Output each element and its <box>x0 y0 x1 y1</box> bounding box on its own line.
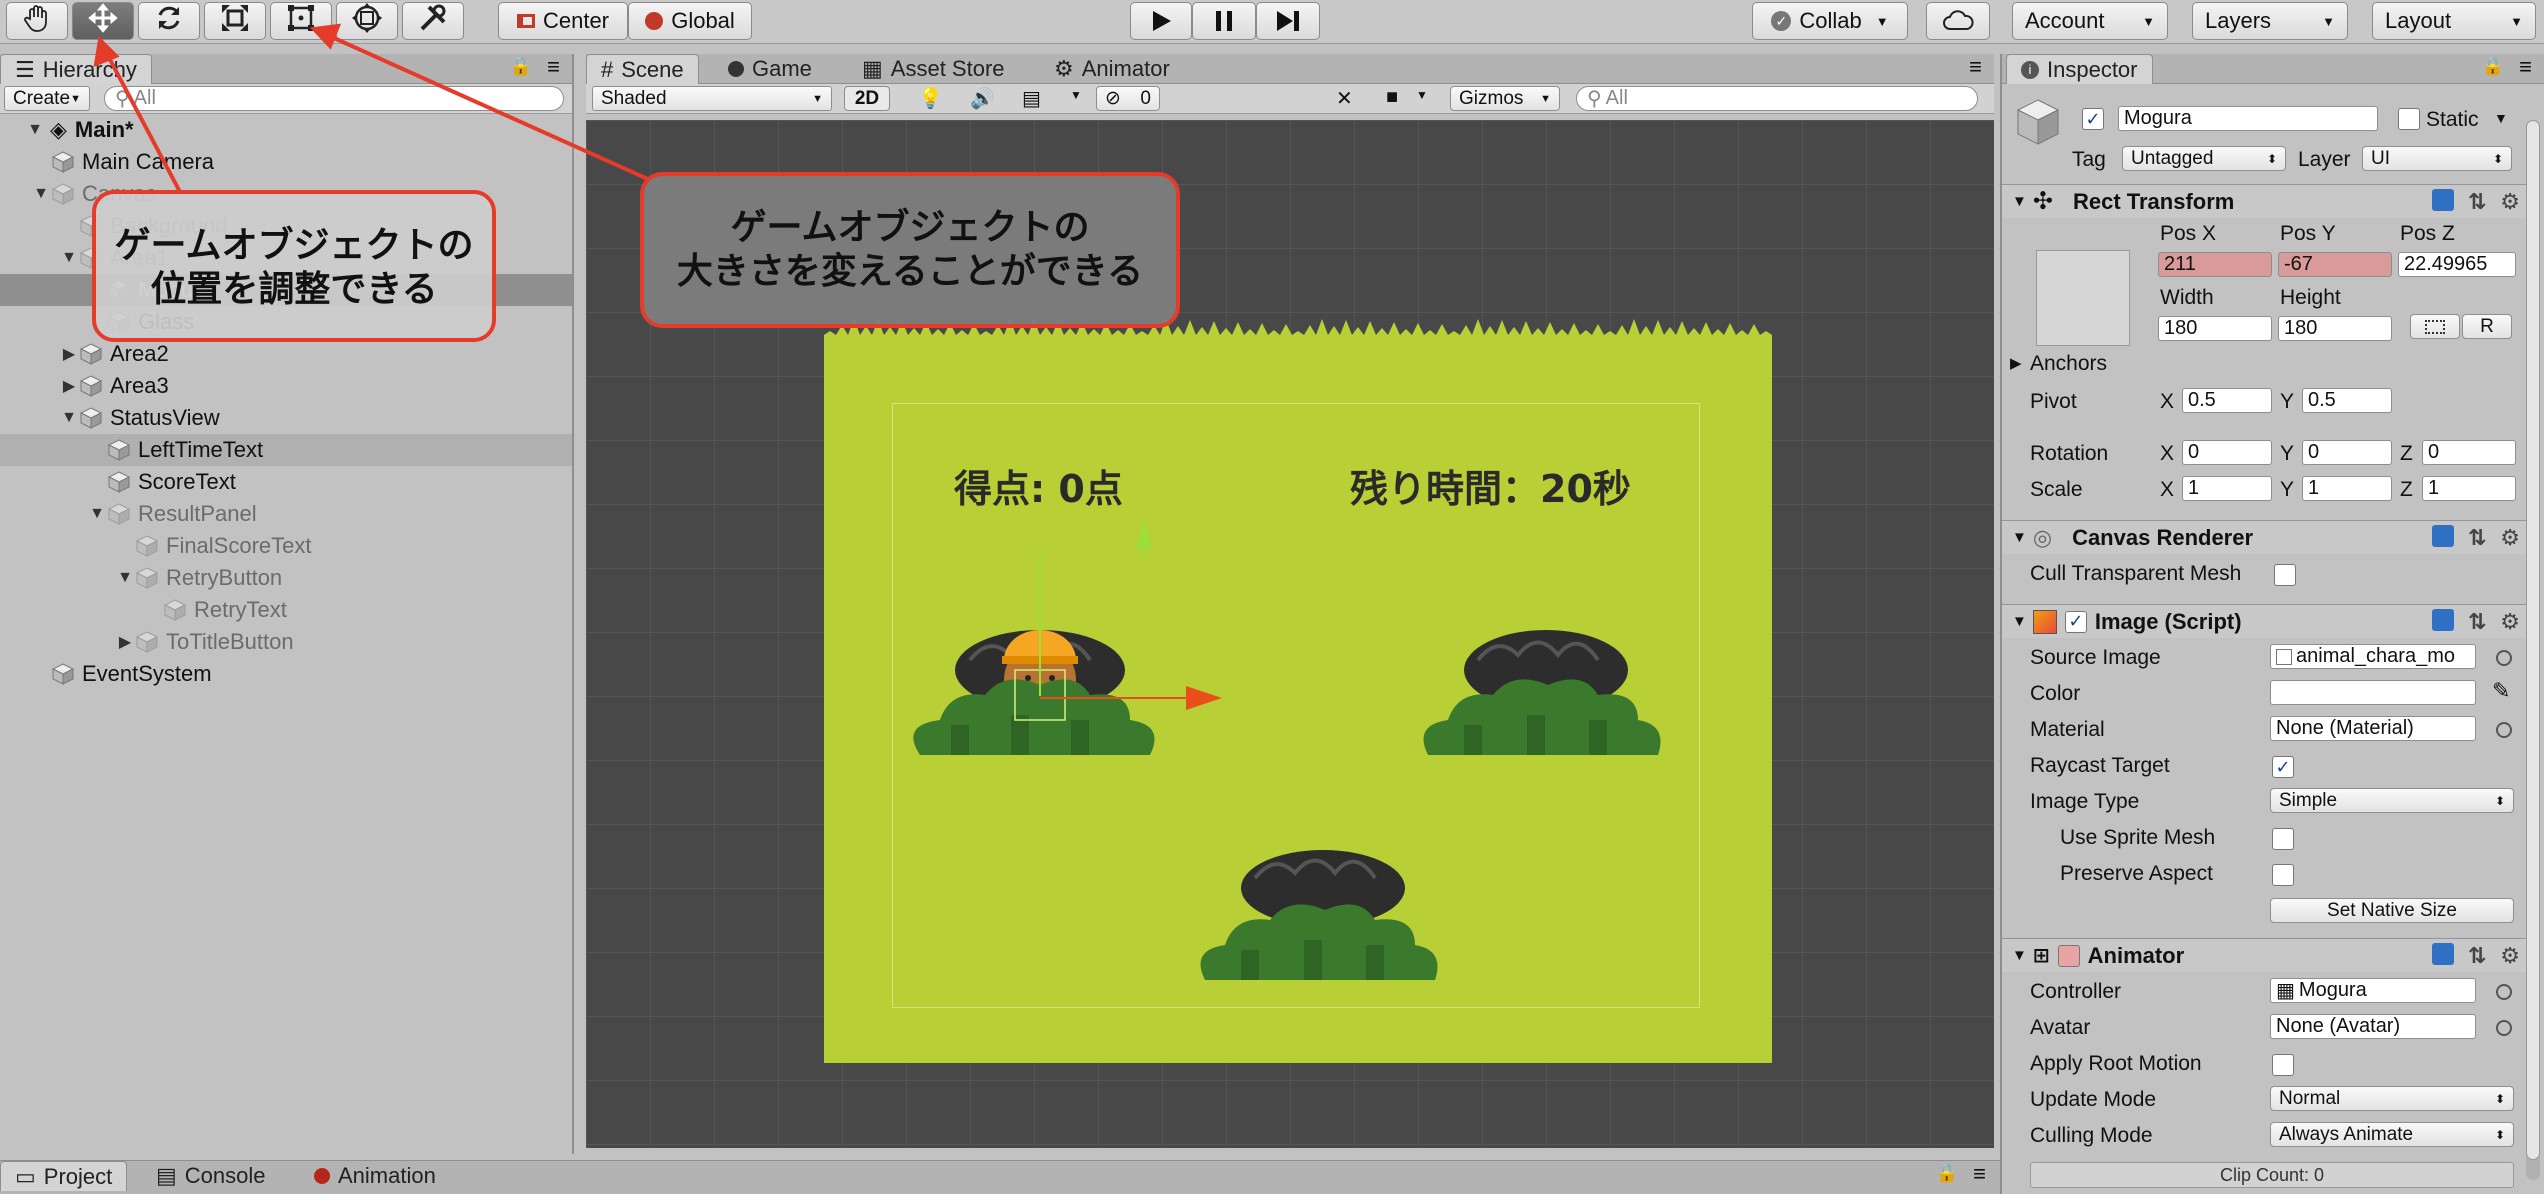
callout-move-text: ゲームオブジェクトの 位置を調整できる <box>114 225 474 310</box>
annotation-arrows <box>93 23 651 193</box>
callout-move-tool: ゲームオブジェクトの 位置を調整できる <box>92 190 496 342</box>
callout-scale-text: ゲームオブジェクトの 大きさを変えることができる <box>676 207 1144 292</box>
callout-scale-tool: ゲームオブジェクトの 大きさを変えることができる <box>640 172 1180 328</box>
